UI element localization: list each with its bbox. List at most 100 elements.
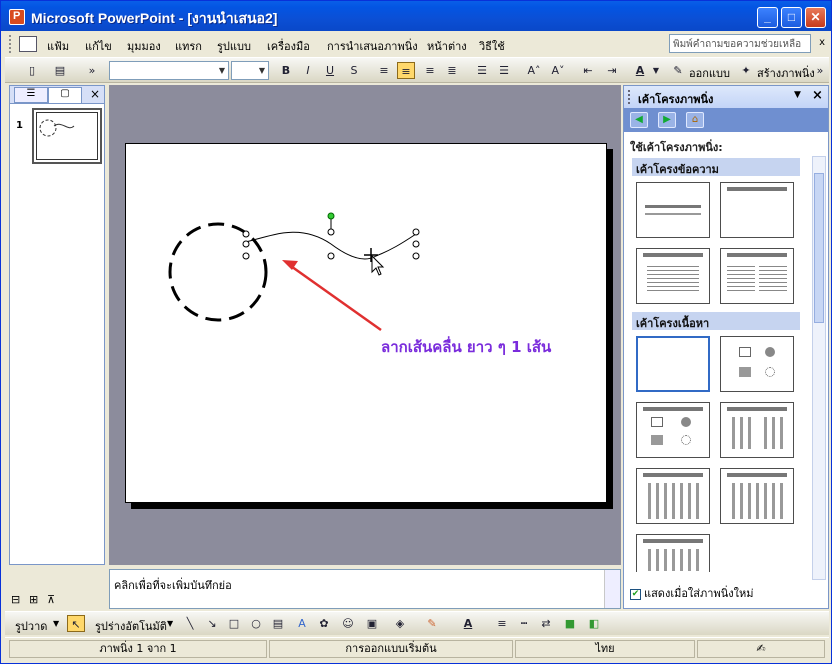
selection-handle[interactable] (412, 252, 420, 260)
slide-thumbnail[interactable] (32, 108, 102, 164)
layout-two-content[interactable] (720, 402, 794, 458)
checkbox-checked-icon[interactable]: ✔ (630, 588, 641, 600)
chevron-down-icon[interactable]: ▼ (167, 619, 173, 628)
task-pane-scrollbar[interactable] (812, 156, 826, 580)
decrease-font-icon[interactable]: A˅ (549, 62, 567, 79)
oval-tool-icon[interactable]: ○ (247, 615, 265, 632)
line-style-icon[interactable]: ≡ (493, 615, 511, 632)
menu-grip[interactable] (9, 35, 13, 53)
increase-font-icon[interactable]: A˄ (525, 62, 543, 79)
document-icon[interactable] (19, 36, 37, 52)
new-document-icon[interactable]: ▯ (23, 62, 41, 79)
close-icon[interactable]: × (90, 87, 100, 101)
arrow-tool-icon[interactable]: ↘ (203, 615, 221, 632)
layout-blank[interactable] (636, 336, 710, 392)
layout-four-content-alt[interactable] (720, 468, 794, 524)
design-button[interactable]: ออกแบบ (689, 64, 730, 82)
diagram-icon[interactable]: ✿ (315, 615, 333, 632)
increase-indent-icon[interactable]: ⇥ (603, 62, 621, 79)
rectangle-tool-icon[interactable]: □ (225, 615, 243, 632)
forward-icon[interactable]: ▶ (658, 112, 676, 128)
dashed-circle-shape[interactable] (168, 222, 268, 322)
fill-color-icon[interactable]: ◈ (391, 615, 409, 632)
decrease-indent-icon[interactable]: ⇤ (579, 62, 597, 79)
picture-icon[interactable]: ▣ (363, 615, 381, 632)
italic-button[interactable]: I (299, 62, 317, 79)
slideshow-view-icon[interactable]: ⊼ (47, 593, 55, 606)
help-question-input[interactable]: พิมพ์คำถามขอความช่วยเหลือ (669, 34, 811, 53)
menu-format[interactable]: รูปแบบ (217, 37, 251, 55)
layout-title-slide[interactable] (636, 182, 710, 238)
selection-handle[interactable] (327, 252, 335, 260)
powerpoint-app-icon[interactable] (9, 9, 25, 25)
shadow-button[interactable]: S (345, 62, 363, 79)
line-tool-icon[interactable]: ╲ (181, 615, 199, 632)
maximize-button[interactable]: □ (781, 7, 802, 28)
show-on-insert-option[interactable]: ✔ แสดงเมื่อใส่ภาพนิ่งใหม่ (630, 584, 753, 602)
back-icon[interactable]: ◀ (630, 112, 648, 128)
layout-four-content[interactable] (636, 468, 710, 524)
notes-pane[interactable]: คลิกเพื่อที่จะเพิ่มบันทึกย่อ (109, 569, 621, 609)
copy-icon[interactable]: ▤ (51, 62, 69, 79)
selection-handle[interactable] (242, 252, 250, 260)
slide-canvas[interactable] (125, 143, 607, 503)
help-close-icon[interactable]: x (819, 37, 825, 48)
close-icon[interactable]: × (812, 88, 823, 103)
bold-button[interactable]: B (277, 62, 295, 79)
selection-handle[interactable] (412, 228, 420, 236)
align-right-icon[interactable]: ≡ (421, 62, 439, 79)
font-name-select[interactable]: ▼ (109, 61, 229, 80)
home-icon[interactable]: ⌂ (686, 112, 704, 128)
menu-window[interactable]: หน้าต่าง (427, 37, 467, 55)
tab-slides[interactable]: ▢ (48, 87, 82, 103)
task-pane-grip[interactable] (628, 90, 631, 104)
normal-view-icon[interactable]: ⊟ (11, 593, 20, 606)
selection-handle[interactable] (242, 240, 250, 248)
dash-style-icon[interactable]: ┅ (515, 615, 533, 632)
layout-content[interactable] (720, 336, 794, 392)
sorter-view-icon[interactable]: ⊞ (29, 593, 38, 606)
tab-outline[interactable]: ☰ (14, 87, 48, 103)
draw-menu-button[interactable]: รูปวาด (15, 617, 47, 635)
selection-handle[interactable] (412, 240, 420, 248)
new-slide-icon[interactable]: ✦ (737, 62, 755, 79)
chevron-down-icon[interactable]: ▼ (53, 619, 59, 628)
wordart-icon[interactable]: A (293, 615, 311, 632)
menu-slideshow[interactable]: การนำเสนอภาพนิ่ง (327, 37, 418, 55)
underline-button[interactable]: U (321, 62, 339, 79)
selection-handle[interactable] (327, 228, 335, 236)
menu-view[interactable]: มุมมอง (127, 37, 161, 55)
bullets-icon[interactable]: ☰ (495, 62, 513, 79)
align-left-icon[interactable]: ≡ (375, 62, 393, 79)
rotate-handle[interactable] (327, 212, 335, 220)
font-size-select[interactable]: ▼ (231, 61, 269, 80)
line-color-icon[interactable]: ✎ (423, 615, 441, 632)
title-bar[interactable]: Microsoft PowerPoint - [งานนำเสนอ2] _ □ … (1, 1, 831, 31)
toolbar-options-icon[interactable]: » (815, 62, 825, 79)
design-icon[interactable]: ✎ (669, 62, 687, 79)
new-slide-button[interactable]: สร้างภาพนิ่ง (757, 64, 815, 82)
selection-handle[interactable] (242, 230, 250, 238)
select-pointer-icon[interactable]: ↖ (67, 615, 85, 632)
align-center-icon[interactable]: ≡ (397, 62, 415, 79)
menu-file[interactable]: แฟ้ม (47, 37, 69, 55)
textbox-tool-icon[interactable]: ▤ (269, 615, 287, 632)
chevron-down-icon[interactable]: ▼ (794, 90, 801, 100)
layout-partial[interactable] (636, 534, 710, 572)
notes-scrollbar[interactable] (604, 570, 620, 608)
arrow-style-icon[interactable]: ⇄ (537, 615, 555, 632)
numbering-icon[interactable]: ☰ (473, 62, 491, 79)
menu-insert[interactable]: แทรก (175, 37, 202, 55)
font-color-icon[interactable]: A (631, 62, 649, 79)
status-spelling-icon[interactable]: ✍ (697, 640, 825, 658)
justify-icon[interactable]: ≣ (443, 62, 461, 79)
layout-title-and-text[interactable] (636, 248, 710, 304)
menu-edit[interactable]: แก้ไข (85, 37, 112, 55)
menu-tools[interactable]: เครื่องมือ (267, 37, 310, 55)
layout-title-and-content[interactable] (636, 402, 710, 458)
layout-title-only[interactable] (720, 182, 794, 238)
minimize-button[interactable]: _ (757, 7, 778, 28)
close-button[interactable]: ✕ (805, 7, 826, 28)
layout-two-column-text[interactable] (720, 248, 794, 304)
toolbar-options-icon[interactable]: » (87, 62, 97, 79)
